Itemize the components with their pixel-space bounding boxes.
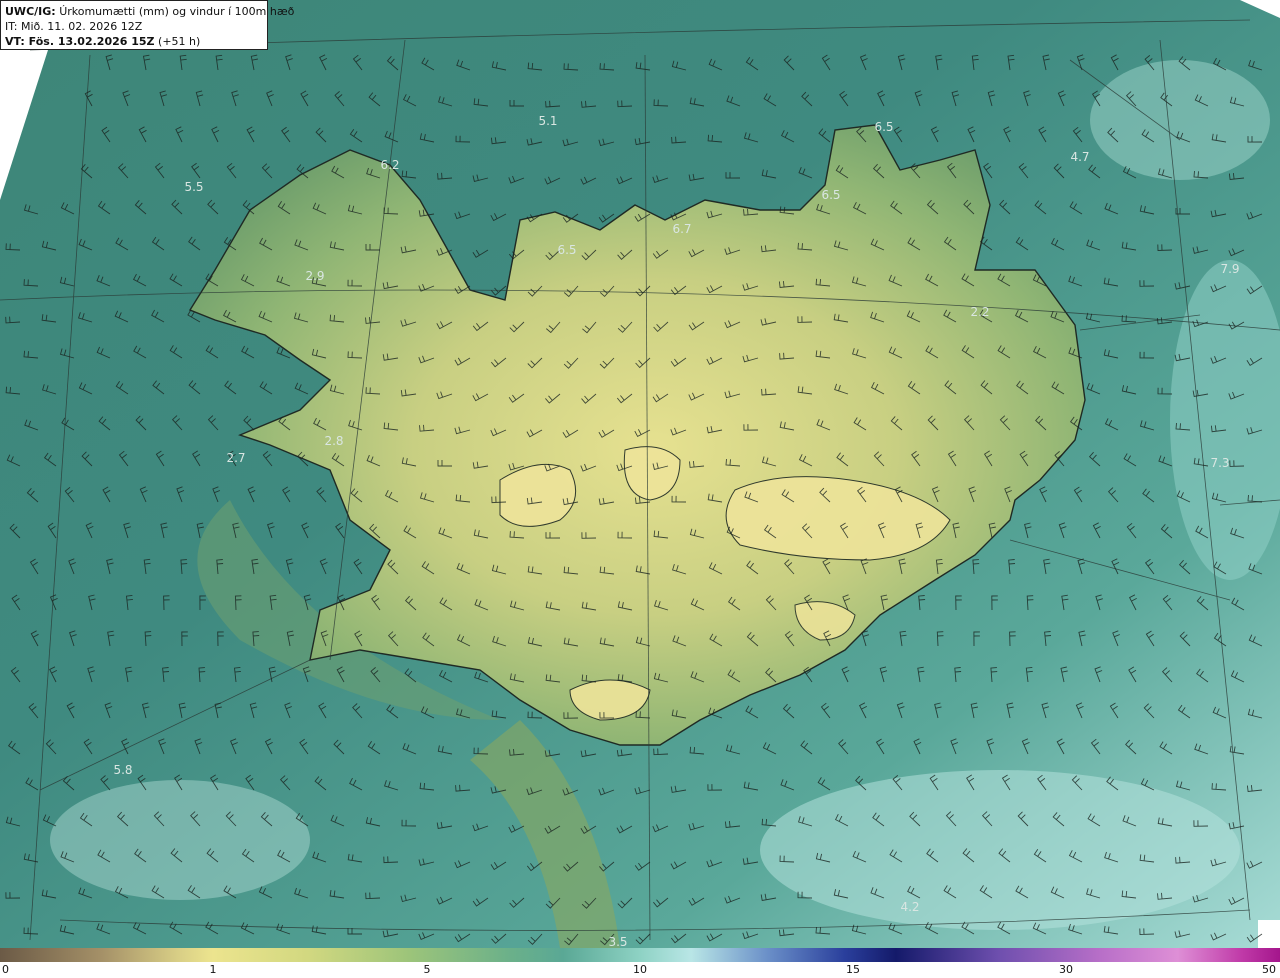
map-value-label: 4.7 <box>1070 150 1089 164</box>
map-value-label: 6.2 <box>380 158 399 172</box>
valid-time-offset: (+51 h) <box>158 35 201 48</box>
map-value-label: 7.3 <box>1210 456 1229 470</box>
map-value-label: 2.9 <box>305 269 324 283</box>
colorbar-gradient <box>0 948 1280 962</box>
init-time-label: IT: <box>5 20 18 33</box>
map-value-label: 5.5 <box>184 180 203 194</box>
map-value-label: 3.5 <box>608 935 627 948</box>
colorbar-tick-50: 50 <box>1262 963 1276 976</box>
map-value-label: 6.7 <box>672 222 691 236</box>
model-label: UWC/IG: <box>5 5 56 18</box>
map-value-label: 2.8 <box>324 434 343 448</box>
map-value-label: 4.2 <box>900 900 919 914</box>
map-value-label: 6.5 <box>874 120 893 134</box>
map-value-label: 6.5 <box>821 188 840 202</box>
colorbar-tick-30: 30 <box>1059 963 1073 976</box>
map-info-box: UWC/IG: Úrkomumætti (mm) og vindur í 100… <box>0 0 294 50</box>
init-time-value: Mið. 11. 02. 2026 12Z <box>20 20 143 33</box>
map-value-label: 5.1 <box>538 114 557 128</box>
weather-map: 5.1 6.5 4.7 6.2 5.5 6.5 6.5 6.7 2.9 7.9 2.2 2.7 2.8 7… <box>0 0 1280 978</box>
colorbar-tick-0: 0 <box>2 963 9 976</box>
init-time-line: IT: Mið. 11. 02. 2026 12Z <box>5 19 263 34</box>
valid-time-line: VT: Fös. 13.02.2026 15Z (+51 h) <box>5 34 263 49</box>
colorbar-tick-10: 10 <box>633 963 647 976</box>
map-value-label: 2.2 <box>970 305 989 319</box>
map-value-label: 2.7 <box>226 451 245 465</box>
map-value-label: 5.8 <box>113 763 132 777</box>
title-line: UWC/IG: Úrkomumætti (mm) og vindur í 100… <box>5 4 294 19</box>
colorbar-tick-1: 1 <box>209 963 217 976</box>
colorbar-tick-5: 5 <box>423 963 431 976</box>
map-title: Úrkomumætti (mm) og vindur í 100m hæð <box>59 5 295 18</box>
map-canvas: 5.1 6.5 4.7 6.2 5.5 6.5 6.5 6.7 2.9 7.9 2.2 2.7 2.8 7… <box>0 0 1280 948</box>
colorbar-tick-15: 15 <box>846 963 860 976</box>
map-value-label: 7.9 <box>1220 262 1239 276</box>
valid-time-label: VT: Fös. 13.02.2026 15Z <box>5 35 155 48</box>
colorbar: 0 1 5 10 15 30 50 <box>0 948 1280 978</box>
map-value-label: 6.5 <box>557 243 576 257</box>
